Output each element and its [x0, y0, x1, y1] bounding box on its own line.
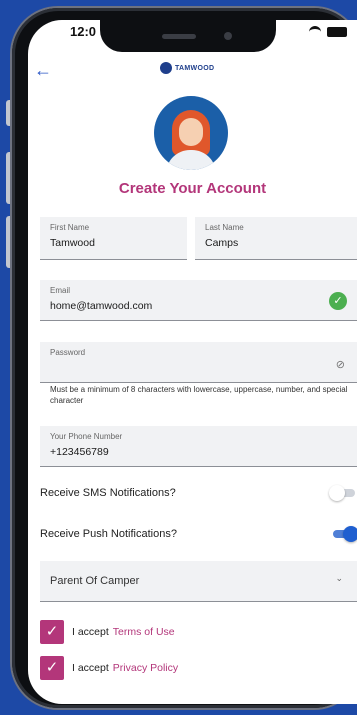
last-name-label: Last Name	[205, 223, 244, 232]
back-arrow-icon[interactable]: ←	[34, 60, 52, 81]
phone-field[interactable]: Your Phone Number +123456789	[40, 426, 357, 467]
avatar-face	[179, 118, 203, 146]
camera-icon	[224, 32, 232, 40]
sms-notifications-label: Receive SMS Notifications?	[40, 487, 176, 499]
last-name-value[interactable]: Camps	[205, 237, 238, 249]
password-label: Password	[50, 348, 86, 357]
battery-icon	[327, 26, 347, 37]
first-name-field[interactable]: First Name Tamwood	[40, 217, 187, 260]
role-select[interactable]: Parent Of Camper ⌄	[40, 561, 357, 602]
push-notifications-row: Receive Push Notifications?	[40, 524, 357, 546]
check-circle-icon: ✓	[329, 292, 347, 310]
last-name-field[interactable]: Last Name Camps	[195, 217, 357, 260]
shield-icon	[160, 62, 172, 74]
eye-off-icon[interactable]: ⊘	[336, 358, 345, 371]
toggle-knob	[329, 485, 345, 501]
phone-notch	[100, 20, 276, 52]
speaker-grille	[162, 34, 196, 39]
status-icons	[309, 26, 347, 37]
password-hint: Must be a minimum of 8 characters with l…	[50, 385, 348, 405]
privacy-checkbox[interactable]: ✓	[40, 656, 64, 680]
toggle-knob	[343, 526, 357, 542]
email-value[interactable]: home@tamwood.com	[50, 300, 152, 312]
avatar[interactable]	[154, 96, 228, 170]
password-field[interactable]: Password ⊘	[40, 342, 357, 383]
wifi-icon	[309, 26, 321, 37]
first-name-value[interactable]: Tamwood	[50, 237, 95, 249]
accept-terms-row: ✓ I accept Terms of Use	[40, 619, 340, 645]
chevron-down-icon: ⌄	[335, 573, 343, 583]
email-field[interactable]: Email home@tamwood.com ✓	[40, 280, 357, 321]
page-title: Create Your Account	[118, 180, 267, 197]
terms-of-use-link[interactable]: Terms of Use	[113, 626, 175, 638]
app-screen: 12:0 ← TAMWOOD Create Your Account First…	[28, 20, 357, 704]
accept-terms-text: I accept	[72, 626, 109, 638]
privacy-policy-link[interactable]: Privacy Policy	[113, 662, 178, 674]
brand-name: TAMWOOD	[175, 64, 215, 72]
first-name-label: First Name	[50, 223, 90, 232]
role-select-value: Parent Of Camper	[50, 575, 140, 587]
accept-privacy-row: ✓ I accept Privacy Policy	[40, 655, 340, 681]
sms-notifications-row: Receive SMS Notifications?	[40, 483, 357, 505]
sms-notifications-toggle[interactable]	[329, 485, 355, 501]
email-label: Email	[50, 286, 71, 295]
phone-value[interactable]: +123456789	[50, 446, 109, 458]
accept-privacy-text: I accept	[72, 662, 109, 674]
push-notifications-toggle[interactable]	[333, 526, 357, 542]
status-time: 12:0	[70, 24, 97, 39]
brand-logo: TAMWOOD	[160, 62, 214, 74]
terms-checkbox[interactable]: ✓	[40, 620, 64, 644]
push-notifications-label: Receive Push Notifications?	[40, 528, 177, 540]
phone-label: Your Phone Number	[50, 432, 123, 441]
